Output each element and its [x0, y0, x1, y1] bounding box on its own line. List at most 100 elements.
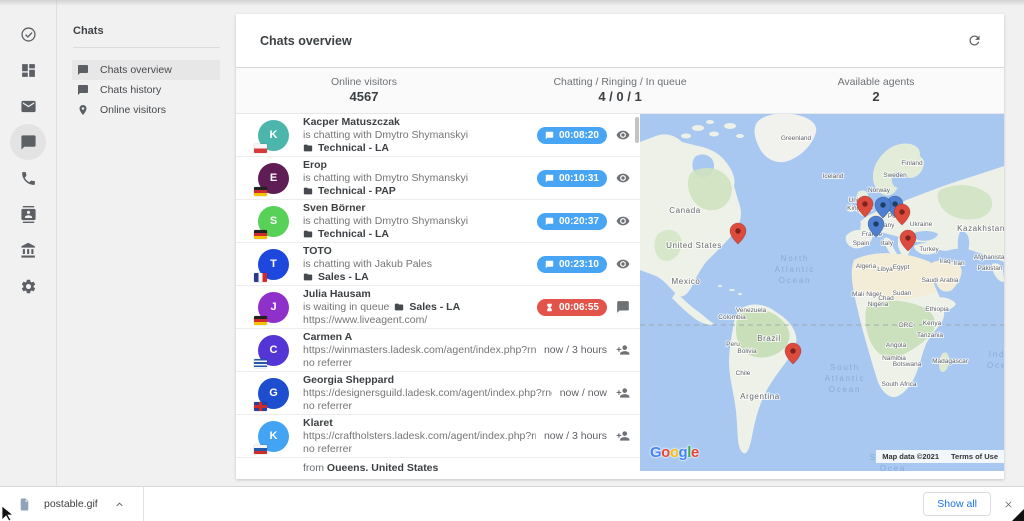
livechat-dashboard: Chats Chats overview Chats history Onlin…: [0, 0, 1024, 521]
invite-visitor-button[interactable]: [616, 343, 630, 357]
map-label: Chile: [736, 370, 751, 377]
chats-sidebar: Chats Chats overview Chats history Onlin…: [57, 0, 236, 486]
google-logo[interactable]: Google: [650, 444, 699, 461]
download-bar: postable.gif Show all: [0, 486, 1024, 521]
visitor-url: https://designersguild.ladesk.com/agent/…: [303, 387, 552, 400]
map-label: Angola: [886, 342, 907, 349]
panel-header: Chats overview: [236, 14, 1004, 68]
visitor-row[interactable]: C Carmen A https://winmasters.ladesk.com…: [236, 329, 640, 372]
stat-chatting-ringing-queue: Chatting / Ringing / In queue 4 / 0 / 1: [492, 68, 748, 113]
sidebar-item-chats-history[interactable]: Chats history: [72, 80, 220, 100]
visitor-name: TOTO: [303, 245, 529, 258]
avatar: S: [258, 206, 289, 237]
visitor-referrer: no referrer: [303, 357, 536, 370]
mouse-cursor: [1, 503, 15, 521]
eye-icon: [616, 214, 630, 228]
map-label: Egypt: [893, 264, 910, 271]
bank-icon[interactable]: [10, 232, 46, 268]
ocean-label: Ind: [989, 350, 1004, 359]
chat-duration-badge: 00:23:10: [537, 256, 607, 273]
view-chat-button[interactable]: [616, 128, 630, 142]
download-item[interactable]: postable.gif: [18, 498, 98, 511]
card-footer: [236, 471, 1004, 479]
nav-rail: [0, 0, 56, 486]
show-all-button[interactable]: Show all: [923, 492, 991, 516]
map-label: United States: [666, 241, 722, 250]
chat-row[interactable]: K Kacper Matuszczak is chatting with Dmy…: [236, 114, 640, 157]
chat-row[interactable]: J Julia Hausam is waiting in queueSales …: [236, 286, 640, 329]
download-divider: [143, 487, 144, 521]
ocean-label: Atlantic: [825, 374, 866, 383]
map-label: Venezuela: [736, 307, 767, 314]
chat-status: is chatting with Dmytro Shymanskyi: [303, 172, 529, 185]
map-label: Spain: [853, 240, 870, 247]
sidebar-item-label: Online visitors: [100, 104, 166, 116]
corner-cursor: [1012, 508, 1024, 521]
map-label: Sudan: [893, 290, 912, 297]
map-label: Afghanistan: [974, 254, 1004, 261]
visitor-row[interactable]: G Georgia Sheppard https://designersguil…: [236, 372, 640, 415]
eye-icon: [616, 171, 630, 185]
country-flag: [254, 144, 267, 153]
view-chat-button[interactable]: [616, 214, 630, 228]
map-label: Greenland: [781, 135, 812, 142]
folder-icon: [303, 143, 313, 153]
invite-visitor-button[interactable]: [616, 429, 630, 443]
visitor-row[interactable]: K Klaret https://craftholsters.ladesk.co…: [236, 415, 640, 458]
map-data-label: Map data ©2021: [876, 450, 945, 463]
panel-body: K Kacper Matuszczak is chatting with Dmy…: [236, 114, 1004, 471]
visitor-name: Erop: [303, 159, 529, 172]
invite-visitor-button[interactable]: [616, 386, 630, 400]
map-label: Iraq: [939, 258, 951, 265]
chat-row[interactable]: S Sven Börner is chatting with Dmytro Sh…: [236, 200, 640, 243]
avatar: K: [258, 421, 289, 452]
check-circle-icon[interactable]: [10, 16, 46, 52]
phone-icon[interactable]: [10, 160, 46, 196]
visitor-name: Sven Börner: [303, 202, 529, 215]
map-label: Canada: [669, 206, 701, 215]
list-scrollbar[interactable]: [635, 117, 639, 143]
chat-list: K Kacper Matuszczak is chatting with Dmy…: [236, 114, 640, 471]
ocean-label: Ocean: [779, 276, 812, 285]
map-label: DRC: [899, 322, 913, 329]
map-label: Nigeria: [868, 301, 889, 308]
chat-icon: [545, 174, 554, 183]
dashboard-icon[interactable]: [10, 52, 46, 88]
stat-label: Online visitors: [331, 76, 397, 88]
stats-bar: Online visitors 4567 Chatting / Ringing …: [236, 68, 1004, 114]
chat-department: Technical - LA: [303, 228, 529, 241]
refresh-icon[interactable]: [967, 33, 982, 48]
map-label: Tanzania: [917, 332, 943, 339]
map-label: Algeria: [856, 263, 877, 270]
view-chat-button[interactable]: [616, 171, 630, 185]
chat-row[interactable]: E Erop is chatting with Dmytro Shymansky…: [236, 157, 640, 200]
visitor-name: Georgia Sheppard: [303, 374, 552, 387]
settings-icon[interactable]: [10, 268, 46, 304]
visitor-name: Julia Hausam: [303, 288, 529, 301]
country-flag: [254, 273, 267, 282]
sidebar-item-chats-overview[interactable]: Chats overview: [72, 60, 220, 80]
map-label: Ukraine: [910, 221, 933, 228]
map-label: Madagascar: [932, 358, 969, 365]
chat-department: Technical - LA: [303, 142, 529, 155]
mail-icon[interactable]: [10, 88, 46, 124]
chat-icon: [545, 131, 554, 140]
ocean-label: Atlantic: [775, 265, 816, 274]
chevron-up-icon[interactable]: [114, 499, 125, 510]
visitors-map[interactable]: GreenlandIcelandFinlandSwedenNorwayCanad…: [640, 114, 1004, 471]
open-chat-button[interactable]: [616, 300, 630, 314]
visit-times: now / 3 hours: [544, 344, 607, 356]
terms-of-use-link[interactable]: Terms of Use: [945, 450, 1004, 463]
view-chat-button[interactable]: [616, 257, 630, 271]
queue-duration-badge: 00:06:55: [537, 299, 607, 316]
stat-online-visitors: Online visitors 4567: [236, 68, 492, 113]
stat-label: Chatting / Ringing / In queue: [553, 76, 686, 88]
chat-row[interactable]: T TOTO is chatting with Jakub Pales Sale…: [236, 243, 640, 286]
country-flag: [254, 316, 267, 325]
stat-value: 4 / 0 / 1: [598, 89, 641, 105]
chat-department: Sales - LA: [303, 271, 529, 284]
sidebar-item-online-visitors[interactable]: Online visitors: [72, 100, 220, 120]
eye-icon: [616, 128, 630, 142]
chats-icon[interactable]: [10, 124, 46, 160]
contacts-icon[interactable]: [10, 196, 46, 232]
